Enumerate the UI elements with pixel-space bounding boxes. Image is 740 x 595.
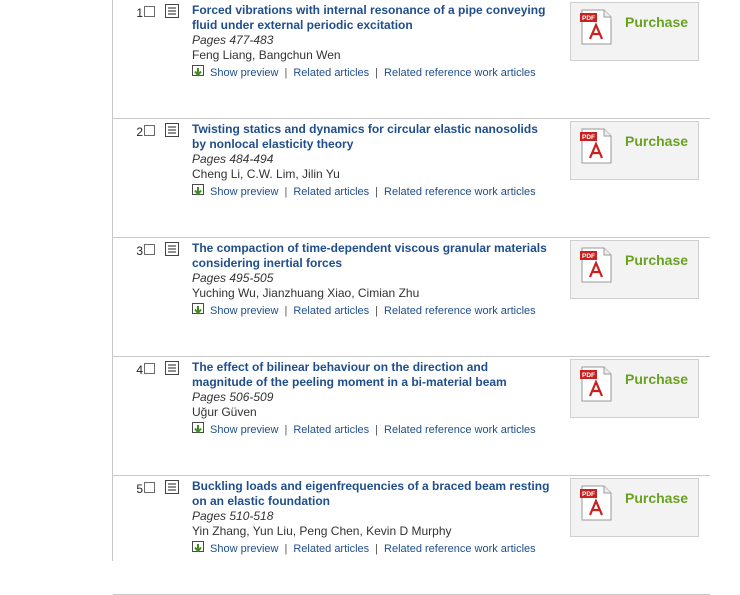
article-authors: Feng Liang, Bangchun Wen [192, 48, 341, 62]
svg-text:PDF: PDF [582, 15, 595, 22]
result-number: 5 [136, 482, 143, 496]
link-separator: | [375, 424, 379, 436]
related-articles-link[interactable]: Related articles [293, 186, 369, 198]
preview-arrow-icon[interactable] [192, 184, 207, 198]
result-number: 2 [136, 125, 143, 139]
select-checkbox[interactable] [144, 363, 155, 374]
link-separator: | [284, 186, 288, 198]
article-pages: Pages 510-518 [192, 509, 274, 523]
article-title-link[interactable]: The compaction of time-dependent viscous… [192, 241, 552, 271]
result-number: 3 [136, 244, 143, 258]
results-list: 1 Forced vibrations with internal resona… [113, 0, 710, 595]
purchase-button[interactable]: PDF Purchase [570, 121, 699, 180]
purchase-button[interactable]: PDF Purchase [570, 2, 699, 61]
pdf-adobe-icon: PDF [580, 247, 612, 283]
related-reference-work-link[interactable]: Related reference work articles [384, 424, 536, 436]
purchase-label: Purchase [625, 14, 689, 30]
purchase-label: Purchase [625, 371, 689, 387]
article-pages: Pages 477-483 [192, 33, 274, 47]
abstract-list-icon[interactable] [165, 242, 179, 256]
abstract-list-icon[interactable] [165, 4, 179, 18]
svg-text:PDF: PDF [582, 372, 595, 379]
abstract-list-icon[interactable] [165, 123, 179, 137]
article-links: Show preview | Related articles | Related re… [192, 184, 552, 200]
related-reference-work-link[interactable]: Related reference work articles [384, 305, 536, 317]
pdf-adobe-icon: PDF [580, 366, 612, 402]
show-preview-link[interactable]: Show preview [210, 67, 278, 79]
related-articles-link[interactable]: Related articles [293, 67, 369, 79]
abstract-list-icon[interactable] [165, 361, 179, 375]
article-links: Show preview | Related articles | Related re… [192, 303, 552, 319]
article-links: Show preview | Related articles | Related re… [192, 541, 552, 557]
preview-arrow-icon[interactable] [192, 65, 207, 79]
preview-arrow-icon[interactable] [192, 303, 207, 317]
result-row: 2 Twisting statics and dynamics for circ… [113, 119, 710, 238]
article-authors: Yin Zhang, Yun Liu, Peng Chen, Kevin D M… [192, 524, 452, 538]
preview-arrow-icon[interactable] [192, 422, 207, 436]
related-articles-link[interactable]: Related articles [293, 424, 369, 436]
preview-arrow-icon[interactable] [192, 541, 207, 555]
article-authors: Uğur Güven [192, 405, 257, 419]
svg-text:PDF: PDF [582, 491, 595, 498]
result-row: 1 Forced vibrations with internal resona… [113, 0, 710, 119]
purchase-label: Purchase [625, 133, 689, 149]
purchase-button[interactable]: PDF Purchase [570, 359, 699, 418]
related-articles-link[interactable]: Related articles [293, 543, 369, 555]
related-reference-work-link[interactable]: Related reference work articles [384, 543, 536, 555]
result-body: The compaction of time-dependent viscous… [192, 241, 552, 319]
pdf-adobe-icon: PDF [580, 485, 612, 521]
pdf-adobe-icon: PDF [580, 9, 612, 45]
select-checkbox[interactable] [144, 6, 155, 17]
link-separator: | [284, 305, 288, 317]
article-pages: Pages 484-494 [192, 152, 274, 166]
article-title-link[interactable]: Twisting statics and dynamics for circul… [192, 122, 552, 152]
result-number: 1 [136, 6, 143, 20]
purchase-label: Purchase [625, 252, 689, 268]
link-separator: | [375, 543, 379, 555]
article-pages: Pages 506-509 [192, 390, 274, 404]
result-body: Twisting statics and dynamics for circul… [192, 122, 552, 200]
result-body: The effect of bilinear behaviour on the … [192, 360, 552, 438]
result-row: 5 Buckling loads and eigenfrequencies of… [113, 476, 710, 595]
purchase-button[interactable]: PDF Purchase [570, 240, 699, 299]
article-title-link[interactable]: Buckling loads and eigenfrequencies of a… [192, 479, 552, 509]
show-preview-link[interactable]: Show preview [210, 305, 278, 317]
article-links: Show preview | Related articles | Related re… [192, 65, 552, 81]
abstract-list-icon[interactable] [165, 480, 179, 494]
result-row: 3 The compaction of time-dependent visco… [113, 238, 710, 357]
purchase-button[interactable]: PDF Purchase [570, 478, 699, 537]
purchase-label: Purchase [625, 490, 689, 506]
show-preview-link[interactable]: Show preview [210, 543, 278, 555]
link-separator: | [375, 67, 379, 79]
result-body: Forced vibrations with internal resonanc… [192, 3, 552, 81]
link-separator: | [284, 67, 288, 79]
pdf-adobe-icon: PDF [580, 128, 612, 164]
show-preview-link[interactable]: Show preview [210, 424, 278, 436]
link-separator: | [375, 305, 379, 317]
select-checkbox[interactable] [144, 482, 155, 493]
related-reference-work-link[interactable]: Related reference work articles [384, 67, 536, 79]
result-number: 4 [136, 363, 143, 377]
article-links: Show preview | Related articles | Related re… [192, 422, 552, 438]
svg-text:PDF: PDF [582, 134, 595, 141]
related-reference-work-link[interactable]: Related reference work articles [384, 186, 536, 198]
select-checkbox[interactable] [144, 125, 155, 136]
result-row: 4 The effect of bilinear behaviour on th… [113, 357, 710, 476]
select-checkbox[interactable] [144, 244, 155, 255]
article-authors: Yuching Wu, Jianzhuang Xiao, Cimian Zhu [192, 286, 420, 300]
link-separator: | [284, 424, 288, 436]
related-articles-link[interactable]: Related articles [293, 305, 369, 317]
svg-text:PDF: PDF [582, 253, 595, 260]
article-title-link[interactable]: The effect of bilinear behaviour on the … [192, 360, 552, 390]
article-pages: Pages 495-505 [192, 271, 274, 285]
show-preview-link[interactable]: Show preview [210, 186, 278, 198]
link-separator: | [284, 543, 288, 555]
link-separator: | [375, 186, 379, 198]
result-body: Buckling loads and eigenfrequencies of a… [192, 479, 552, 557]
article-authors: Cheng Li, C.W. Lim, Jilin Yu [192, 167, 340, 181]
article-title-link[interactable]: Forced vibrations with internal resonanc… [192, 3, 552, 33]
